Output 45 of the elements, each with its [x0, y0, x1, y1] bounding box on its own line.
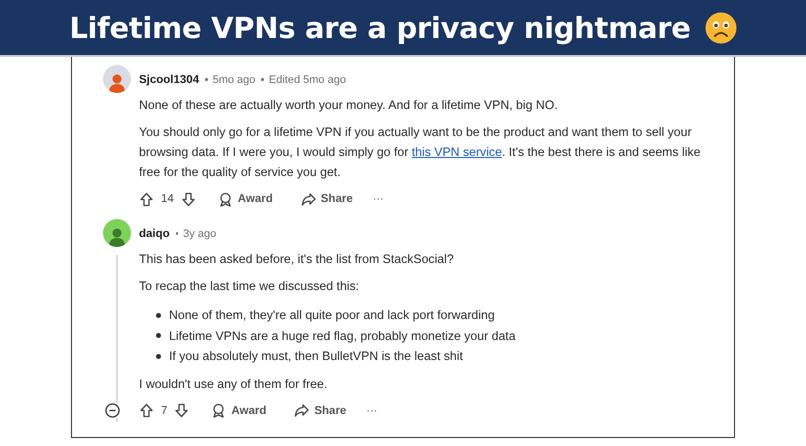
up-arrow-icon — [139, 403, 154, 418]
vote-count: 14 — [161, 193, 174, 205]
collapse-button[interactable] — [105, 403, 120, 418]
more-button[interactable]: ··· — [366, 404, 378, 416]
award-icon — [211, 403, 226, 418]
more-button[interactable]: ··· — [372, 193, 384, 205]
comment-text: None of these are actually worth your money. And for a lifetime VPN, big NO. — [139, 97, 559, 114]
list-item-text: Lifetime VPNs are a huge red flag, probably monetize your data — [169, 328, 516, 343]
vote-count: 7 — [161, 404, 168, 416]
down-arrow-icon — [180, 192, 196, 206]
downvote-button[interactable] — [180, 192, 196, 206]
downvote-button[interactable] — [174, 403, 190, 418]
share-icon — [300, 192, 316, 206]
award-icon — [218, 192, 233, 206]
comment-text: This has been asked before, it's the list from StackSocial? — [139, 251, 455, 268]
minus-icon — [105, 403, 120, 418]
up-arrow-icon — [139, 192, 154, 206]
list-item-text: If you absolutely must, then BulletVPN is the least shit — [169, 349, 463, 364]
bullet-icon — [156, 354, 161, 359]
banner-title: Lifetime VPNs are a privacy nightmare — [69, 10, 691, 44]
share-button[interactable]: Share — [294, 192, 359, 206]
bullet-icon — [156, 312, 161, 318]
upvote-button[interactable] — [139, 403, 154, 418]
share-icon — [294, 403, 310, 418]
comment-meta: Edited 5mo ago — [268, 74, 346, 86]
comment-meta: 5mo ago — [212, 74, 256, 86]
award-button[interactable]: Award — [212, 192, 279, 206]
user-silhouette-icon — [107, 73, 127, 93]
comment-text: I wouldn't use any of them for free. — [139, 376, 328, 392]
username-link[interactable]: daiqo — [139, 228, 170, 240]
comment-text: You should only go for a lifetime VPN if you actually want to be the product and want them to sell your browsing data. If I were you, I would simply go for this VPN service. It's the best there is and seems like free for the quality of service you get. — [139, 124, 702, 181]
user-silhouette-icon — [107, 227, 127, 247]
upvote-button[interactable] — [139, 192, 154, 206]
text-link[interactable]: this VPN service — [412, 145, 502, 159]
down-arrow-icon — [174, 403, 190, 418]
comment-text: To recap the last time we discussed this: — [139, 278, 360, 295]
username-link[interactable]: Sjcool1304 — [139, 74, 200, 86]
sad-face-icon — [704, 12, 737, 44]
comment-meta: 3y ago — [183, 228, 216, 240]
share-button[interactable]: Share — [288, 403, 352, 418]
award-button[interactable]: Award — [205, 403, 272, 418]
list-item-text: None of them, they're all quite poor and lack port forwarding — [169, 308, 495, 322]
bullet-icon — [156, 333, 161, 338]
avatar[interactable] — [103, 219, 131, 247]
avatar[interactable] — [103, 65, 131, 93]
